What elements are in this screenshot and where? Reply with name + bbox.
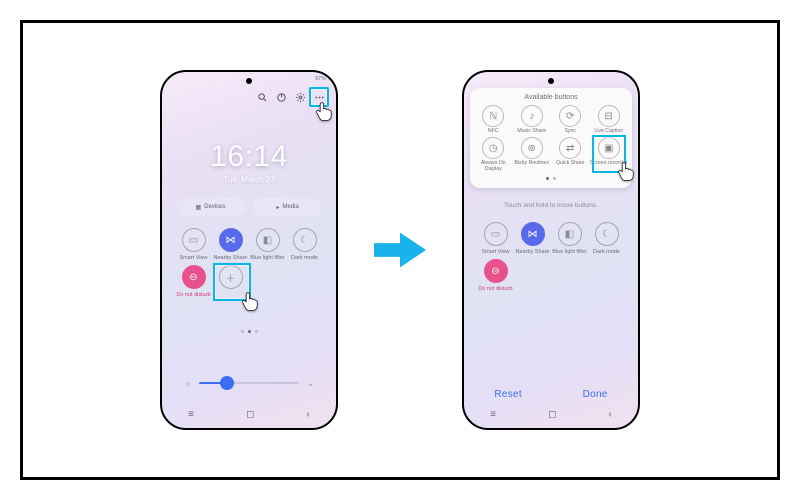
nav-back[interactable]: ‹ xyxy=(609,409,612,420)
qs-dnd[interactable]: ⊖Do not disturb xyxy=(176,265,211,298)
qs-blue-light[interactable]: ◧Blue light filter xyxy=(552,222,587,255)
nav-home[interactable]: ◻ xyxy=(246,409,254,420)
navigation-bar: ≡ ◻ ‹ xyxy=(162,409,336,420)
qs-nearby-share[interactable]: ⋈Nearby Share xyxy=(213,228,248,261)
qs-nearby-share[interactable]: ⋈Nearby Share xyxy=(515,222,550,255)
power-icon[interactable] xyxy=(274,90,288,104)
brightness-slider[interactable]: ☼ ⌄ xyxy=(184,376,314,390)
chevron-down-icon[interactable]: ⌄ xyxy=(307,379,314,388)
avail-live-caption[interactable]: ⊟Live Caption xyxy=(590,105,629,134)
quick-settings-grid-right: ▭Smart View ⋈Nearby Share ◧Blue light fi… xyxy=(478,222,624,292)
qs-smart-view[interactable]: ▭Smart View xyxy=(176,228,211,261)
stage: 97% 16:14 Tue, March 23 ▦Devices ▸Media xyxy=(23,23,777,477)
navigation-bar: ≡ ◻ ‹ xyxy=(464,409,638,420)
panel-pager xyxy=(474,177,628,180)
reset-button[interactable]: Reset xyxy=(494,389,522,400)
hint-text: Touch and hold to move buttons. xyxy=(464,202,638,209)
avail-music-share[interactable]: ♪Music Share xyxy=(513,105,552,134)
lockscreen-clock: 16:14 Tue, March 23 xyxy=(162,140,336,184)
highlight-box xyxy=(213,263,251,301)
sun-low-icon: ☼ xyxy=(184,379,191,388)
qs-top-icons xyxy=(255,90,326,104)
avail-sync[interactable]: ⟳Sync xyxy=(551,105,590,134)
done-button[interactable]: Done xyxy=(583,389,608,400)
nav-recents[interactable]: ≡ xyxy=(188,409,194,420)
qs-dnd[interactable]: ⊖Do not disturb xyxy=(478,259,513,292)
mid-buttons: ▦Devices ▸Media xyxy=(176,198,322,216)
avail-quick-share[interactable]: ⇄Quick Share xyxy=(551,137,590,172)
available-buttons-panel: Available buttons ℕNFC ♪Music Share ⟳Syn… xyxy=(470,88,632,188)
devices-button[interactable]: ▦Devices xyxy=(176,198,245,216)
clock-date: Tue, March 23 xyxy=(162,175,336,184)
gear-icon[interactable] xyxy=(293,90,307,104)
qs-blue-light[interactable]: ◧Blue light filter xyxy=(250,228,285,261)
qs-dark-mode[interactable]: ☾Dark mode xyxy=(287,228,322,261)
avail-nfc[interactable]: ℕNFC xyxy=(474,105,513,134)
footer-actions: Reset Done xyxy=(464,389,638,400)
front-camera xyxy=(548,78,554,84)
nav-home[interactable]: ◻ xyxy=(548,409,556,420)
avail-screen-recorder[interactable]: ▣Screen recorder xyxy=(590,137,629,172)
search-icon[interactable] xyxy=(255,90,269,104)
left-phone: 97% 16:14 Tue, March 23 ▦Devices ▸Media xyxy=(160,70,338,430)
media-button[interactable]: ▸Media xyxy=(253,198,322,216)
highlight-box xyxy=(592,135,626,173)
status-bar: 97% xyxy=(315,76,326,82)
qs-smart-view[interactable]: ▭Smart View xyxy=(478,222,513,255)
pager-dots xyxy=(162,330,336,333)
right-phone: Available buttons ℕNFC ♪Music Share ⟳Syn… xyxy=(462,70,640,430)
avail-aod[interactable]: ◷Always On Display xyxy=(474,137,513,172)
clock-time: 16:14 xyxy=(162,140,336,174)
nav-back[interactable]: ‹ xyxy=(307,409,310,420)
nav-recents[interactable]: ≡ xyxy=(490,409,496,420)
highlight-box xyxy=(309,87,329,107)
more-icon[interactable] xyxy=(312,90,326,104)
panel-title: Available buttons xyxy=(474,94,628,101)
front-camera xyxy=(246,78,252,84)
figure-frame: 97% 16:14 Tue, March 23 ▦Devices ▸Media xyxy=(20,20,780,480)
qs-add-button[interactable]: ＋ xyxy=(213,265,248,298)
avail-bixby[interactable]: ⊚Bixby Routines xyxy=(513,137,552,172)
arrow-right-icon xyxy=(374,228,426,272)
qs-dark-mode[interactable]: ☾Dark mode xyxy=(589,222,624,255)
quick-settings-grid: ▭Smart View ⋈Nearby Share ◧Blue light fi… xyxy=(176,228,322,298)
